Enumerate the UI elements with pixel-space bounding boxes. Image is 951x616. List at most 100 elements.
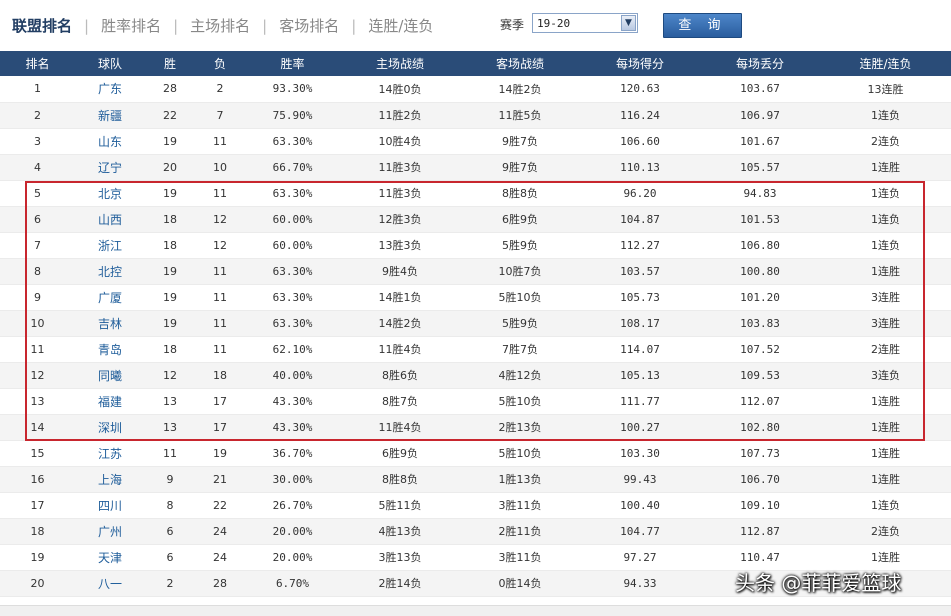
wins-cell: 20 bbox=[145, 154, 195, 181]
home-record-cell: 14胜2负 bbox=[340, 310, 460, 337]
table-row: 12 同曦 12 18 40.00% 8胜6负 4胜12负 105.13 109.53 3连负 bbox=[0, 362, 951, 389]
losses-cell: 22 bbox=[195, 492, 245, 519]
wins-cell: 19 bbox=[145, 128, 195, 155]
streak-cell: 13连胜 bbox=[820, 76, 951, 103]
team-cell[interactable]: 山西 bbox=[75, 206, 145, 233]
wins-cell: 19 bbox=[145, 310, 195, 337]
column-header: 连胜/连负 bbox=[859, 57, 912, 71]
column-header: 主场战绩 bbox=[375, 57, 424, 71]
streak-cell: 1连负 bbox=[820, 102, 951, 129]
rank-cell: 20 bbox=[0, 570, 75, 597]
away-record-cell: 3胜11负 bbox=[460, 492, 580, 519]
points-against-cell: 109.53 bbox=[700, 362, 820, 389]
losses-cell: 11 bbox=[195, 336, 245, 363]
rank-cell: 15 bbox=[0, 440, 75, 467]
streak-cell: 1连胜 bbox=[820, 466, 951, 493]
team-cell[interactable]: 深圳 bbox=[75, 414, 145, 441]
streak-cell: 2连胜 bbox=[820, 336, 951, 363]
horizontal-scrollbar[interactable] bbox=[0, 605, 951, 616]
team-cell[interactable]: 福建 bbox=[75, 388, 145, 415]
team-cell[interactable]: 吉林 bbox=[75, 310, 145, 337]
season-select-value: 19-20 bbox=[537, 17, 571, 30]
winrate-cell: 43.30% bbox=[245, 414, 340, 441]
team-cell[interactable]: 山东 bbox=[75, 128, 145, 155]
rank-cell: 12 bbox=[0, 362, 75, 389]
tab-home-ranking[interactable]: 主场排名 bbox=[190, 15, 250, 36]
wins-cell: 8 bbox=[145, 492, 195, 519]
home-record-cell: 8胜7负 bbox=[340, 388, 460, 415]
team-cell[interactable]: 四川 bbox=[75, 492, 145, 519]
home-record-cell: 11胜4负 bbox=[340, 414, 460, 441]
team-cell[interactable]: 广厦 bbox=[75, 284, 145, 311]
winrate-cell: 6.70% bbox=[245, 570, 340, 597]
rank-cell: 16 bbox=[0, 466, 75, 493]
streak-cell: 1连胜 bbox=[820, 414, 951, 441]
streak-cell: 1连负 bbox=[820, 232, 951, 259]
ranking-tabs: 联盟排名 | 胜率排名 | 主场排名 | 客场排名 | 连胜/连负 bbox=[12, 15, 433, 36]
rank-cell: 5 bbox=[0, 180, 75, 207]
team-cell[interactable]: 江苏 bbox=[75, 440, 145, 467]
losses-cell: 11 bbox=[195, 258, 245, 285]
team-cell[interactable]: 浙江 bbox=[75, 232, 145, 259]
points-for-cell: 111.77 bbox=[580, 388, 700, 415]
rank-cell: 11 bbox=[0, 336, 75, 363]
team-cell[interactable]: 上海 bbox=[75, 466, 145, 493]
winrate-cell: 63.30% bbox=[245, 284, 340, 311]
points-for-cell: 99.43 bbox=[580, 466, 700, 493]
streak-cell: 1连胜 bbox=[820, 388, 951, 415]
losses-cell: 24 bbox=[195, 518, 245, 545]
chevron-down-icon[interactable]: ▼ bbox=[621, 15, 636, 31]
team-cell[interactable]: 北控 bbox=[75, 258, 145, 285]
season-select[interactable]: 19-20 ▼ bbox=[532, 13, 638, 33]
team-cell[interactable]: 八一 bbox=[75, 570, 145, 597]
rank-cell: 10 bbox=[0, 310, 75, 337]
tab-streak-ranking[interactable]: 连胜/连负 bbox=[368, 15, 433, 36]
team-cell[interactable]: 广东 bbox=[75, 76, 145, 103]
winrate-cell: 20.00% bbox=[245, 544, 340, 571]
team-cell[interactable]: 天津 bbox=[75, 544, 145, 571]
winrate-cell: 26.70% bbox=[245, 492, 340, 519]
away-record-cell: 1胜13负 bbox=[460, 466, 580, 493]
losses-cell: 11 bbox=[195, 128, 245, 155]
team-cell[interactable]: 广州 bbox=[75, 518, 145, 545]
points-for-cell: 97.27 bbox=[580, 544, 700, 571]
column-header: 排名 bbox=[25, 57, 50, 71]
points-for-cell: 105.13 bbox=[580, 362, 700, 389]
points-against-cell: 101.20 bbox=[700, 284, 820, 311]
wins-cell: 6 bbox=[145, 518, 195, 545]
team-cell[interactable]: 辽宁 bbox=[75, 154, 145, 181]
winrate-cell: 75.90% bbox=[245, 102, 340, 129]
tab-league-ranking[interactable]: 联盟排名 bbox=[12, 15, 72, 36]
winrate-cell: 43.30% bbox=[245, 388, 340, 415]
team-cell[interactable]: 北京 bbox=[75, 180, 145, 207]
away-record-cell: 2胜13负 bbox=[460, 414, 580, 441]
home-record-cell: 6胜9负 bbox=[340, 440, 460, 467]
points-for-cell: 110.13 bbox=[580, 154, 700, 181]
points-for-cell: 104.77 bbox=[580, 518, 700, 545]
points-against-cell: 106.70 bbox=[700, 466, 820, 493]
team-cell[interactable]: 新疆 bbox=[75, 102, 145, 129]
points-for-cell: 94.33 bbox=[580, 570, 700, 597]
points-for-cell: 103.30 bbox=[580, 440, 700, 467]
table-row: 2 新疆 22 7 75.90% 11胜2负 11胜5负 116.24 106.97 1连负 bbox=[0, 102, 951, 129]
query-button[interactable]: 查 询 bbox=[663, 13, 742, 38]
wins-cell: 19 bbox=[145, 180, 195, 207]
points-against-cell: 102.80 bbox=[700, 414, 820, 441]
table-row: 5 北京 19 11 63.30% 11胜3负 8胜8负 96.20 94.83 1连负 bbox=[0, 180, 951, 207]
losses-cell: 21 bbox=[195, 466, 245, 493]
home-record-cell: 11胜3负 bbox=[340, 180, 460, 207]
tab-winrate-ranking[interactable]: 胜率排名 bbox=[101, 15, 161, 36]
wins-cell: 2 bbox=[145, 570, 195, 597]
team-cell[interactable]: 同曦 bbox=[75, 362, 145, 389]
wins-cell: 9 bbox=[145, 466, 195, 493]
away-record-cell: 14胜2负 bbox=[460, 76, 580, 103]
team-cell[interactable]: 青岛 bbox=[75, 336, 145, 363]
points-against-cell: 105.57 bbox=[700, 154, 820, 181]
tab-away-ranking[interactable]: 客场排名 bbox=[279, 15, 339, 36]
points-against-cell: 107.52 bbox=[700, 336, 820, 363]
rank-cell: 18 bbox=[0, 518, 75, 545]
home-record-cell: 13胜3负 bbox=[340, 232, 460, 259]
points-for-cell: 116.24 bbox=[580, 102, 700, 129]
home-record-cell: 8胜8负 bbox=[340, 466, 460, 493]
rank-cell: 3 bbox=[0, 128, 75, 155]
